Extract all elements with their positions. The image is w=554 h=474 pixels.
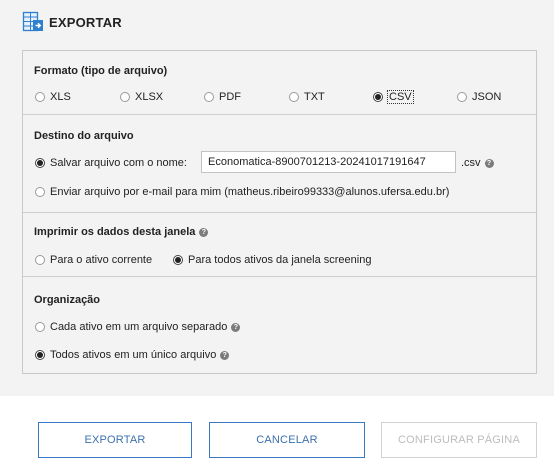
help-icon[interactable]: ? bbox=[484, 158, 494, 168]
current-asset-label: Para o ativo corrente bbox=[50, 254, 153, 266]
radio-all-assets[interactable] bbox=[173, 255, 183, 265]
format-label-pdf: PDF bbox=[219, 91, 241, 103]
separate-files-label: Cada ativo em um arquivo separado bbox=[50, 321, 228, 333]
configure-page-button[interactable]: CONFIGURAR PÁGINA bbox=[381, 422, 537, 458]
dialog-content-area: EXPORTAR Formato (tipo de arquivo) XLS X… bbox=[0, 0, 554, 396]
single-file-option[interactable]: Todos ativos em um único arquivo ? bbox=[35, 349, 230, 361]
current-asset-option[interactable]: Para o ativo corrente bbox=[35, 254, 152, 266]
radio-save-with-name[interactable] bbox=[35, 158, 45, 168]
radio-txt[interactable] bbox=[289, 92, 299, 102]
format-option-xlsx[interactable]: XLSX bbox=[120, 91, 163, 103]
radio-json[interactable] bbox=[457, 92, 467, 102]
radio-separate-files[interactable] bbox=[35, 322, 45, 332]
export-button[interactable]: EXPORTAR bbox=[38, 422, 192, 458]
format-label-xlsx: XLSX bbox=[135, 91, 164, 103]
radio-xls[interactable] bbox=[35, 92, 45, 102]
radio-send-email[interactable] bbox=[35, 187, 45, 197]
export-options-panel: Formato (tipo de arquivo) XLS XLSX PDF T… bbox=[22, 50, 537, 374]
radio-current-asset[interactable] bbox=[35, 255, 45, 265]
radio-pdf[interactable] bbox=[204, 92, 214, 102]
format-label-csv: CSV bbox=[387, 90, 414, 104]
file-extension: .csv ? bbox=[461, 157, 494, 169]
print-section-title-row: Imprimir os dados desta janela ? bbox=[34, 226, 209, 238]
format-label-xls: XLS bbox=[50, 91, 71, 103]
help-icon[interactable]: ? bbox=[231, 322, 241, 332]
filename-input[interactable] bbox=[201, 151, 456, 173]
file-extension-label: .csv bbox=[461, 157, 481, 169]
format-option-txt[interactable]: TXT bbox=[289, 91, 325, 103]
format-section-title: Formato (tipo de arquivo) bbox=[34, 65, 168, 77]
format-option-json[interactable]: JSON bbox=[457, 91, 501, 103]
organization-section-title: Organização bbox=[34, 294, 101, 306]
format-label-txt: TXT bbox=[304, 91, 325, 103]
save-with-name-option[interactable]: Salvar arquivo com o nome: bbox=[35, 157, 187, 169]
destination-section-title: Destino do arquivo bbox=[34, 130, 134, 142]
print-section: Imprimir os dados desta janela ? Para o … bbox=[23, 213, 536, 277]
send-email-option[interactable]: Enviar arquivo por e-mail para mim (math… bbox=[35, 186, 449, 198]
format-option-csv[interactable]: CSV bbox=[373, 90, 414, 104]
single-file-label: Todos ativos em um único arquivo bbox=[50, 349, 217, 361]
dialog-title: EXPORTAR bbox=[49, 14, 122, 30]
separate-files-option[interactable]: Cada ativo em um arquivo separado ? bbox=[35, 321, 241, 333]
help-icon[interactable]: ? bbox=[220, 350, 230, 360]
radio-csv[interactable] bbox=[373, 92, 383, 102]
dialog-header: EXPORTAR bbox=[22, 11, 122, 33]
organization-section: Organização Cada ativo em um arquivo sep… bbox=[23, 277, 536, 373]
format-label-json: JSON bbox=[472, 91, 502, 103]
table-export-icon bbox=[22, 11, 43, 32]
radio-xlsx[interactable] bbox=[120, 92, 130, 102]
destination-section: Destino do arquivo Salvar arquivo com o … bbox=[23, 115, 536, 213]
help-icon[interactable]: ? bbox=[199, 227, 209, 237]
format-option-pdf[interactable]: PDF bbox=[204, 91, 241, 103]
send-email-label: Enviar arquivo por e-mail para mim (math… bbox=[50, 186, 450, 198]
radio-single-file[interactable] bbox=[35, 350, 45, 360]
format-option-xls[interactable]: XLS bbox=[35, 91, 71, 103]
save-with-name-label: Salvar arquivo com o nome: bbox=[50, 157, 187, 169]
format-section: Formato (tipo de arquivo) XLS XLSX PDF T… bbox=[23, 51, 536, 115]
print-section-title: Imprimir os dados desta janela bbox=[34, 226, 196, 238]
all-assets-label: Para todos ativos da janela screening bbox=[188, 254, 372, 266]
all-assets-option[interactable]: Para todos ativos da janela screening bbox=[173, 254, 371, 266]
cancel-button[interactable]: CANCELAR bbox=[209, 422, 365, 458]
